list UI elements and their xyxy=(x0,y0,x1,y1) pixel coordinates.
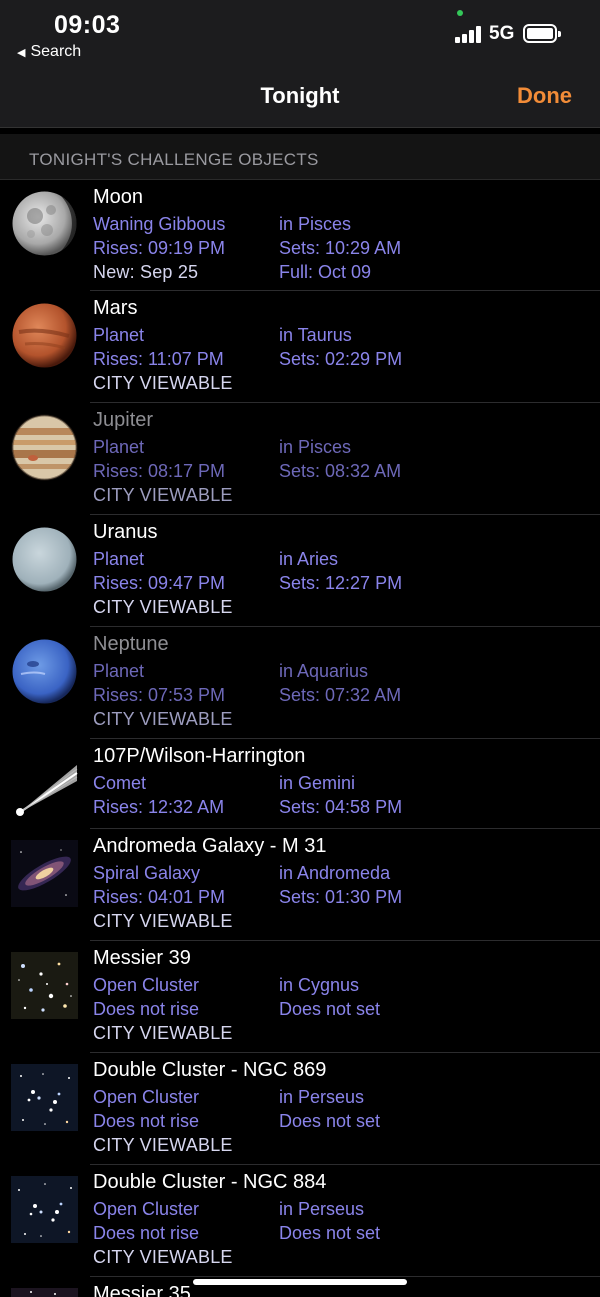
star-cluster-icon xyxy=(11,1064,78,1131)
city-viewable-label: CITY VIEWABLE xyxy=(93,373,233,393)
object-type: Open Cluster xyxy=(93,1199,200,1219)
back-search-label: Search xyxy=(30,43,82,60)
object-set-time: Does not set xyxy=(279,999,381,1019)
object-name: Mars xyxy=(93,297,138,319)
list-item-ngc-884[interactable]: Double Cluster - NGC 884 Open Cluster in… xyxy=(0,1165,600,1277)
moon-new-date: New: Sep 25 xyxy=(93,262,199,282)
status-time: 09:03 xyxy=(54,11,121,39)
moon-full-date: Full: Oct 09 xyxy=(279,262,372,282)
list-item-moon[interactable]: Moon Waning Gibbous in Pisces Rises: 09:… xyxy=(0,180,600,291)
moon-icon xyxy=(12,191,77,256)
object-rise-time: Does not rise xyxy=(93,999,200,1019)
object-rise-time: Does not rise xyxy=(93,1111,200,1131)
object-type: Planet xyxy=(93,549,145,569)
object-name: Neptune xyxy=(93,633,169,655)
mars-icon xyxy=(12,303,77,368)
status-bar: 09:03 ◀ Search 5G xyxy=(0,0,600,70)
city-viewable-label: CITY VIEWABLE xyxy=(93,911,233,931)
object-constellation: in Perseus xyxy=(279,1199,365,1219)
city-viewable-label: CITY VIEWABLE xyxy=(93,709,233,729)
back-to-search-link[interactable]: ◀ Search xyxy=(17,43,81,61)
object-rise-time: Rises: 12:32 AM xyxy=(93,797,225,817)
star-cluster-icon xyxy=(11,1176,78,1243)
object-constellation: in Pisces xyxy=(279,437,352,457)
object-rise-time: Does not rise xyxy=(93,1223,200,1243)
star-cluster-icon xyxy=(11,1288,78,1297)
object-rise-time: Rises: 07:53 PM xyxy=(93,685,226,705)
object-set-time: Sets: 08:32 AM xyxy=(279,461,402,481)
object-type: Planet xyxy=(93,661,145,681)
camera-indicator-dot xyxy=(457,10,463,16)
object-rise-time: Rises: 09:19 PM xyxy=(93,238,226,258)
object-set-time: Sets: 10:29 AM xyxy=(279,238,402,258)
object-name: Andromeda Galaxy - M 31 xyxy=(93,835,327,857)
object-type: Comet xyxy=(93,773,147,793)
object-type: Spiral Galaxy xyxy=(93,863,201,883)
object-set-time: Sets: 04:58 PM xyxy=(279,797,403,817)
city-viewable-label: CITY VIEWABLE xyxy=(93,1023,233,1043)
object-rise-time: Rises: 11:07 PM xyxy=(93,349,224,369)
object-rise-time: Rises: 04:01 PM xyxy=(93,887,226,907)
object-set-time: Does not set xyxy=(279,1111,381,1131)
network-type: 5G xyxy=(489,23,515,44)
cellular-signal-icon xyxy=(455,25,483,43)
object-name: Uranus xyxy=(93,521,158,543)
city-viewable-label: CITY VIEWABLE xyxy=(93,1135,233,1155)
object-type: Planet xyxy=(93,325,145,345)
list-item-ngc-869[interactable]: Double Cluster - NGC 869 Open Cluster in… xyxy=(0,1053,600,1165)
section-header: TONIGHT'S CHALLENGE OBJECTS xyxy=(0,134,600,180)
list-item-comet[interactable]: 107P/Wilson-Harrington Comet in Gemini R… xyxy=(0,739,600,829)
city-viewable-label: CITY VIEWABLE xyxy=(93,1247,233,1267)
galaxy-icon xyxy=(11,840,78,907)
object-set-time: Sets: 12:27 PM xyxy=(279,573,403,593)
object-set-time: Does not set xyxy=(279,1223,381,1243)
object-rise-time: Rises: 08:17 PM xyxy=(93,461,226,481)
list-item-andromeda-galaxy[interactable]: Andromeda Galaxy - M 31 Spiral Galaxy in… xyxy=(0,829,600,941)
object-constellation: in Pisces xyxy=(279,214,352,234)
page-title: Tonight xyxy=(260,83,340,108)
list-item-uranus[interactable]: Uranus Planet in Aries Rises: 09:47 PM S… xyxy=(0,515,600,627)
object-name: Moon xyxy=(93,186,144,208)
object-type: Open Cluster xyxy=(93,975,200,995)
object-set-time: Sets: 07:32 AM xyxy=(279,685,402,705)
star-cluster-icon xyxy=(11,952,78,1019)
done-button[interactable]: Done xyxy=(517,83,572,109)
object-type: Planet xyxy=(93,437,145,457)
object-name: Messier 39 xyxy=(93,947,191,969)
object-constellation: in Aquarius xyxy=(279,661,369,681)
object-constellation: in Cygnus xyxy=(279,975,360,995)
object-set-time: Sets: 02:29 PM xyxy=(279,349,403,369)
neptune-icon xyxy=(12,639,77,704)
list-item-messier-39[interactable]: Messier 39 Open Cluster in Cygnus Does n… xyxy=(0,941,600,1053)
object-rise-time: Rises: 09:47 PM xyxy=(93,573,226,593)
jupiter-icon xyxy=(11,414,78,481)
section-header-label: TONIGHT'S CHALLENGE OBJECTS xyxy=(29,150,319,169)
object-constellation: in Perseus xyxy=(279,1087,365,1107)
object-name: Double Cluster - NGC 869 xyxy=(93,1059,327,1081)
navigation-bar: Tonight Done xyxy=(0,70,600,128)
battery-icon xyxy=(523,24,561,43)
list-item-jupiter[interactable]: Jupiter Planet in Pisces Rises: 08:17 PM… xyxy=(0,403,600,515)
home-indicator[interactable] xyxy=(193,1279,407,1285)
object-name: Double Cluster - NGC 884 xyxy=(93,1171,327,1193)
object-name: Messier 35 xyxy=(93,1283,191,1297)
object-type: Waning Gibbous xyxy=(93,214,226,234)
list-item-mars[interactable]: Mars Planet in Taurus Rises: 11:07 PM Se… xyxy=(0,291,600,403)
object-constellation: in Aries xyxy=(279,549,339,569)
object-type: Open Cluster xyxy=(93,1087,200,1107)
object-set-time: Sets: 01:30 PM xyxy=(279,887,403,907)
object-constellation: in Taurus xyxy=(279,325,352,345)
comet-icon xyxy=(11,751,78,818)
object-name: 107P/Wilson-Harrington xyxy=(93,745,306,767)
city-viewable-label: CITY VIEWABLE xyxy=(93,485,233,505)
object-constellation: in Andromeda xyxy=(279,863,391,883)
object-name: Jupiter xyxy=(93,409,154,431)
list-item-neptune[interactable]: Neptune Planet in Aquarius Rises: 07:53 … xyxy=(0,627,600,739)
uranus-icon xyxy=(12,527,77,592)
city-viewable-label: CITY VIEWABLE xyxy=(93,597,233,617)
object-constellation: in Gemini xyxy=(279,773,356,793)
back-triangle-icon: ◀ xyxy=(17,47,26,59)
